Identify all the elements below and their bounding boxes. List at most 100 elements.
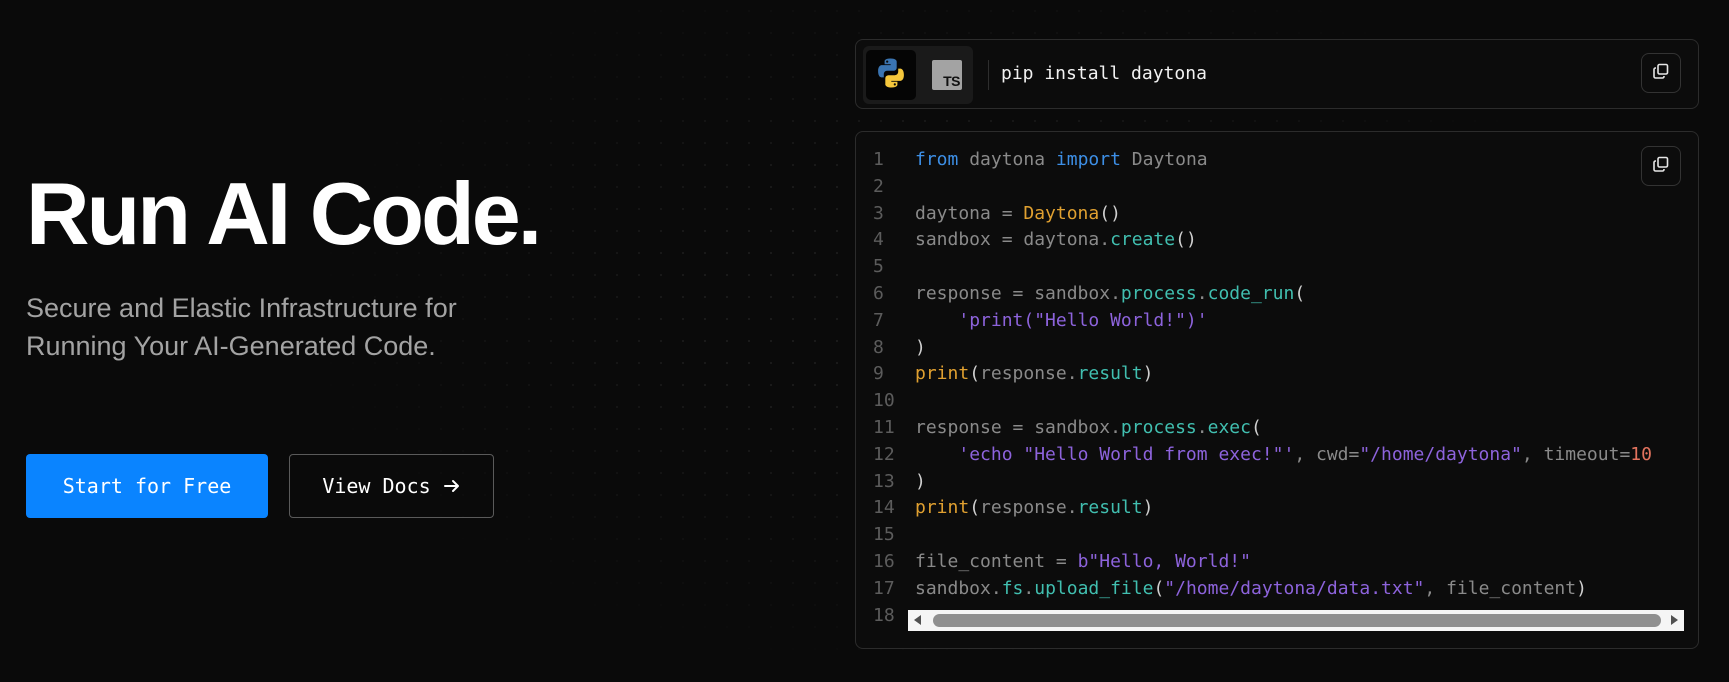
code-token: , cwd= (1294, 443, 1360, 465)
ts-label: TS (943, 73, 960, 89)
scrollbar-thumb[interactable] (933, 614, 1661, 627)
line-number: 1 (873, 149, 884, 170)
code-token: response. (980, 363, 1078, 385)
code-token: print (915, 497, 970, 519)
install-command-bar: TS pip install daytona (855, 39, 1699, 109)
code-text: sandbox.fs.upload_file("/home/daytona/da… (915, 576, 1587, 603)
code-token: () (1099, 202, 1121, 224)
line-number: 9 (873, 363, 884, 385)
code-text: response = sandbox.process.code_run( (915, 281, 1305, 308)
line-number: 18 (873, 604, 895, 626)
arrow-right-icon (443, 477, 461, 495)
code-token: from (915, 149, 959, 170)
code-token: response. (980, 497, 1078, 519)
line-number: 2 (873, 175, 884, 197)
code-text: from daytona import Daytona (915, 147, 1208, 174)
code-token: . (1023, 577, 1035, 599)
code-line: 8) (856, 335, 1684, 362)
copy-install-command-button[interactable] (1641, 53, 1681, 93)
install-command: pip install daytona (1001, 63, 1207, 84)
code-token: 'echo "Hello World from exec!"' (958, 443, 1295, 465)
code-text: response = sandbox.process.exec( (915, 415, 1262, 442)
code-line: 15 (856, 522, 1684, 549)
code-token: upload_file (1034, 577, 1154, 599)
code-text: print(response.result) (915, 495, 1153, 522)
code-token: Daytona (1120, 149, 1208, 170)
typescript-logo-icon: TS (932, 60, 962, 90)
code-token: response = sandbox. (915, 416, 1121, 438)
code-token: import (1055, 149, 1121, 170)
code-token: sandbox. (915, 577, 1002, 599)
code-text: ) (915, 335, 926, 362)
code-line: 1 from daytona import Daytona (856, 147, 1684, 174)
code-token: code_run (1207, 282, 1295, 304)
code-token: , timeout= (1521, 443, 1631, 465)
code-token: ) (915, 470, 926, 492)
view-docs-button[interactable]: View Docs (289, 454, 494, 518)
code-token: ( (969, 497, 981, 519)
code-token: response = sandbox. (915, 282, 1121, 304)
scroll-right-arrow-icon[interactable] (1671, 615, 1678, 625)
code-token: "/home/daytona/data.txt" (1164, 577, 1425, 599)
code-line: 4 sandbox = daytona.create() (856, 227, 1684, 254)
scroll-left-arrow-icon[interactable] (914, 615, 921, 625)
code-token: result (1077, 497, 1143, 519)
code-text: daytona = Daytona() (915, 201, 1121, 228)
code-token: sandbox = daytona. (915, 229, 1111, 251)
line-number: 17 (873, 577, 895, 599)
line-number: 5 (873, 256, 884, 278)
code-token: ( (1294, 282, 1306, 304)
code-text: print(response.result) (915, 361, 1153, 388)
code-token: ) (1142, 363, 1154, 385)
code-line: 2 (856, 174, 1684, 201)
code-example-panel: 1 from daytona import Daytona 2 3 daytona = … (855, 131, 1699, 649)
code-token: ( (1153, 577, 1165, 599)
typescript-tab[interactable]: TS (922, 50, 972, 100)
line-number: 4 (873, 229, 884, 251)
line-number: 13 (873, 470, 895, 492)
code-block: 1 from daytona import Daytona 2 3 daytona = … (856, 147, 1684, 629)
code-text: ) (915, 469, 926, 496)
code-token: ) (1576, 577, 1587, 599)
line-number: 11 (873, 416, 895, 438)
code-line: 14 print(response.result) (856, 495, 1684, 522)
code-token: ( (1250, 416, 1262, 438)
code-token: ) (1142, 497, 1154, 519)
python-tab[interactable] (866, 50, 916, 100)
code-token: process (1120, 282, 1197, 304)
code-token: . (1196, 416, 1208, 438)
code-token: , file_content (1424, 577, 1577, 599)
code-token: Daytona (1023, 202, 1100, 224)
code-line: 6 response = sandbox.process.code_run( (856, 281, 1684, 308)
view-docs-label: View Docs (322, 474, 431, 498)
code-text: 'echo "Hello World from exec!"', cwd="/h… (915, 442, 1652, 469)
code-line: 3 daytona = Daytona() (856, 201, 1684, 228)
code-token: () (1175, 229, 1197, 251)
start-for-free-button[interactable]: Start for Free (26, 454, 268, 518)
line-number: 10 (873, 390, 895, 412)
code-token: 'print("Hello World!")' (958, 309, 1208, 331)
start-for-free-label: Start for Free (62, 474, 232, 498)
code-line: 9 print(response.result) (856, 361, 1684, 388)
line-number: 12 (873, 443, 895, 465)
code-line: 5 (856, 254, 1684, 281)
language-toggle: TS (863, 46, 973, 104)
python-logo-icon (874, 56, 908, 95)
line-number: 16 (873, 550, 895, 572)
code-line: 7 'print("Hello World!")' (856, 308, 1684, 335)
code-text: file_content = b"Hello, World!" (915, 549, 1251, 576)
code-token: process (1120, 416, 1197, 438)
code-token: fs (1001, 577, 1024, 599)
copy-code-button[interactable] (1641, 146, 1681, 186)
hero-title: Run AI Code. (26, 164, 542, 263)
line-number: 3 (873, 202, 884, 224)
line-number: 14 (873, 497, 895, 519)
code-token: print (915, 363, 970, 385)
code-token: file_content = (915, 550, 1078, 572)
code-token: result (1077, 363, 1143, 385)
horizontal-scrollbar[interactable] (908, 610, 1684, 631)
line-number: 6 (873, 282, 884, 304)
code-token: daytona = (915, 202, 1024, 224)
line-number: 15 (873, 524, 895, 546)
